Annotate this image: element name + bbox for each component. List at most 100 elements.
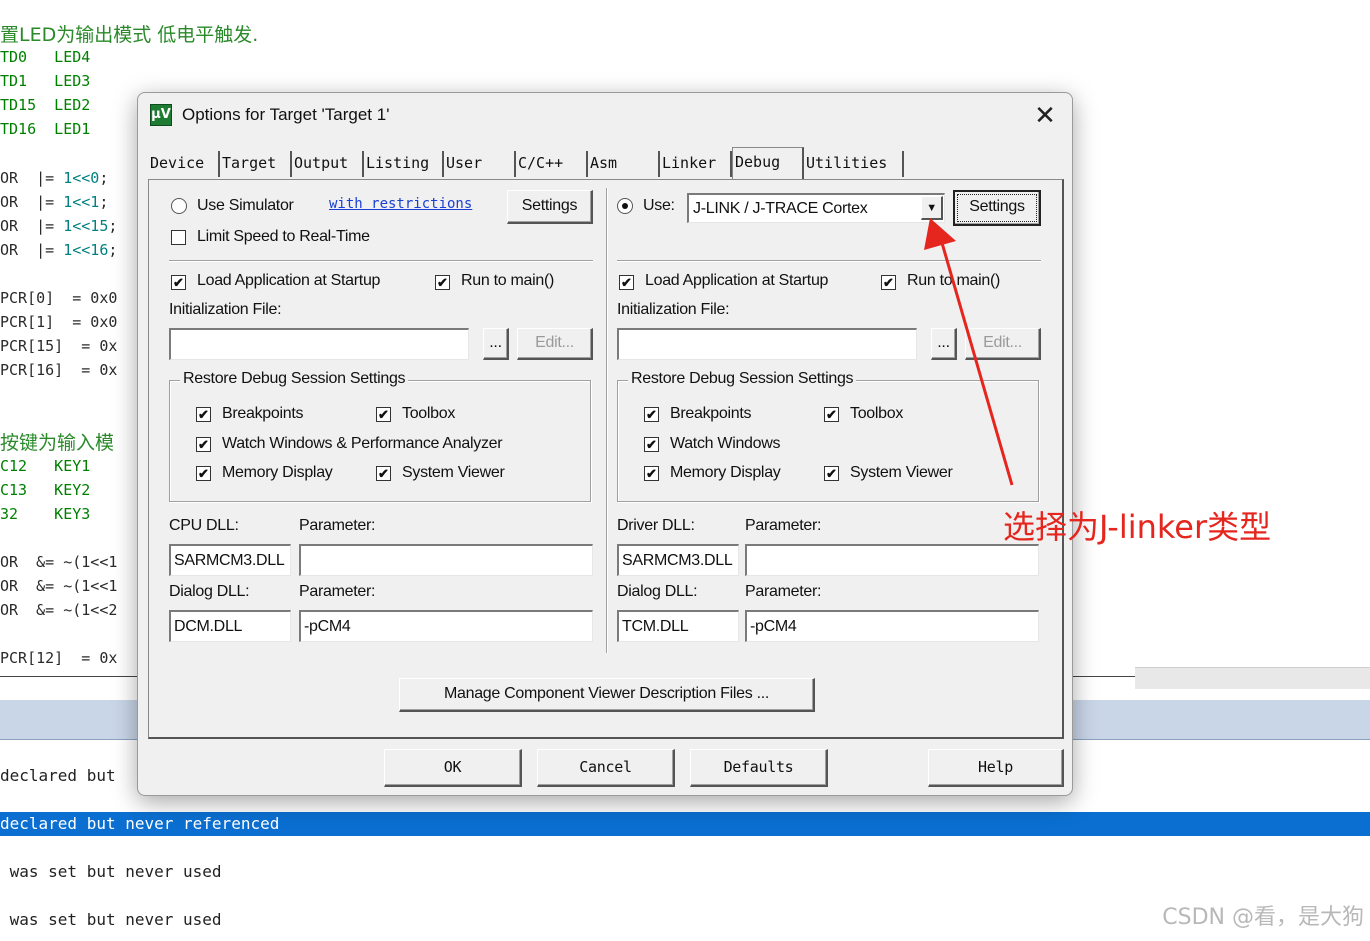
watch-windows-checkbox[interactable]: ✔: [196, 437, 211, 452]
use-simulator-radio[interactable]: [171, 198, 187, 214]
code-comment: 按键为输入模: [0, 432, 115, 454]
dialog-parameter-label: Parameter:: [745, 583, 822, 600]
simulator-settings-button[interactable]: Settings: [507, 190, 593, 224]
debugger-driver-select[interactable]: J-LINK / J-TRACE Cortex ▼: [687, 193, 945, 223]
toolbox-checkbox[interactable]: ✔: [376, 407, 391, 422]
code-line: TD1 LED3: [0, 72, 91, 90]
breakpoints-label: Breakpoints: [222, 405, 304, 422]
tab-user[interactable]: User: [444, 151, 516, 177]
dialog-dll-label: Dialog DLL:: [617, 583, 698, 600]
chevron-down-icon[interactable]: ▼: [921, 196, 943, 220]
editor-horizontal-scrollbar[interactable]: [1135, 667, 1370, 689]
code-line: PCR[16] = 0x: [0, 361, 118, 379]
build-output-line[interactable]: was set but never used: [0, 860, 1370, 884]
code-line: OR |= 1<<16;: [0, 241, 118, 259]
column-divider: [606, 188, 608, 653]
close-icon[interactable]: ✕: [1030, 101, 1060, 131]
dialog-parameter-label: Parameter:: [299, 583, 376, 600]
cpu-dll-input[interactable]: SARMCM3.DLL: [169, 544, 291, 576]
group-title: Restore Debug Session Settings: [180, 370, 409, 388]
csdn-watermark: CSDN @看，是大狗: [1162, 905, 1364, 930]
options-dialog: μV Options for Target 'Target 1' ✕ Devic…: [137, 92, 1073, 796]
load-application-checkbox[interactable]: ✔: [619, 275, 634, 290]
debugger-driver-value: J-LINK / J-TRACE Cortex: [693, 200, 868, 217]
tab-c-cpp[interactable]: C/C++: [516, 151, 588, 177]
tab-debug[interactable]: Debug: [732, 147, 804, 179]
use-simulator-label: Use Simulator: [197, 197, 294, 214]
restore-debug-settings-group: Restore Debug Session Settings ✔ Breakpo…: [617, 370, 1039, 502]
tab-linker[interactable]: Linker: [660, 151, 732, 177]
dialog-dll-input[interactable]: TCM.DLL: [617, 610, 739, 642]
browse-button[interactable]: ...: [483, 328, 509, 360]
edit-button[interactable]: Edit...: [517, 328, 593, 360]
driver-dll-label: Driver DLL:: [617, 517, 695, 534]
use-debugger-radio[interactable]: [617, 198, 633, 214]
cpu-parameter-input[interactable]: [299, 544, 593, 576]
dialog-parameter-input[interactable]: -pCM4: [745, 610, 1039, 642]
dialog-titlebar[interactable]: μV Options for Target 'Target 1' ✕: [138, 93, 1072, 139]
watch-windows-label: Watch Windows: [670, 435, 781, 452]
code-line: PCR[0] = 0x0: [0, 289, 118, 307]
system-viewer-checkbox[interactable]: ✔: [824, 466, 839, 481]
dialog-title: Options for Target 'Target 1': [182, 105, 390, 124]
divider: [617, 260, 1041, 262]
ok-button[interactable]: OK: [384, 749, 522, 787]
memory-display-label: Memory Display: [222, 464, 333, 481]
tab-asm[interactable]: Asm: [588, 151, 660, 177]
toolbox-label: Toolbox: [850, 405, 904, 422]
breakpoints-checkbox[interactable]: ✔: [196, 407, 211, 422]
code-line: PCR[15] = 0x: [0, 337, 118, 355]
with-restrictions-link[interactable]: with restrictions: [329, 196, 472, 212]
memory-display-label: Memory Display: [670, 464, 781, 481]
code-line: OR &= ~(1<<2: [0, 601, 118, 619]
tab-listing[interactable]: Listing: [364, 151, 444, 177]
help-button[interactable]: Help: [928, 749, 1064, 787]
tab-target[interactable]: Target: [220, 151, 292, 177]
debug-tab-panel: Use Simulator with restrictions Settings…: [148, 179, 1064, 739]
defaults-button[interactable]: Defaults: [690, 749, 828, 787]
dialog-parameter-input[interactable]: -pCM4: [299, 610, 593, 642]
restore-debug-settings-group: Restore Debug Session Settings ✔ Breakpo…: [169, 370, 591, 502]
limit-speed-checkbox[interactable]: [171, 230, 186, 245]
run-to-main-label: Run to main(): [461, 272, 555, 289]
load-application-checkbox[interactable]: ✔: [171, 275, 186, 290]
cancel-button[interactable]: Cancel: [537, 749, 675, 787]
code-line: 32 KEY3: [0, 505, 91, 523]
code-line: OR &= ~(1<<1: [0, 577, 118, 595]
driver-parameter-input[interactable]: [745, 544, 1039, 576]
annotation-text: 选择为J-linker类型: [1003, 508, 1272, 546]
initialization-file-input[interactable]: [617, 328, 917, 360]
system-viewer-label: System Viewer: [402, 464, 505, 481]
tab-utilities[interactable]: Utilities: [804, 151, 904, 177]
code-line: TD0 LED4: [0, 48, 91, 66]
code-line: C12 KEY1: [0, 457, 91, 475]
run-to-main-checkbox[interactable]: ✔: [435, 275, 450, 290]
use-label: Use:: [643, 197, 675, 214]
manage-component-viewer-button[interactable]: Manage Component Viewer Description File…: [399, 678, 815, 712]
toolbox-checkbox[interactable]: ✔: [824, 407, 839, 422]
code-line: TD16 LED1: [0, 120, 91, 138]
edit-button[interactable]: Edit...: [965, 328, 1041, 360]
driver-dll-input[interactable]: SARMCM3.DLL: [617, 544, 739, 576]
tab-output[interactable]: Output: [292, 151, 364, 177]
system-viewer-checkbox[interactable]: ✔: [376, 466, 391, 481]
load-application-label: Load Application at Startup: [197, 272, 381, 289]
system-viewer-label: System Viewer: [850, 464, 953, 481]
code-line: OR &= ~(1<<1: [0, 553, 118, 571]
divider: [169, 260, 593, 262]
limit-speed-label: Limit Speed to Real-Time: [197, 228, 370, 245]
dialog-dll-input[interactable]: DCM.DLL: [169, 610, 291, 642]
debugger-settings-button[interactable]: Settings: [953, 190, 1041, 226]
breakpoints-checkbox[interactable]: ✔: [644, 407, 659, 422]
build-output-line-selected[interactable]: declared but never referenced: [0, 812, 1370, 836]
initialization-file-input[interactable]: [169, 328, 469, 360]
memory-display-checkbox[interactable]: ✔: [644, 466, 659, 481]
browse-button[interactable]: ...: [931, 328, 957, 360]
tab-device[interactable]: Device: [148, 151, 220, 177]
watch-windows-checkbox[interactable]: ✔: [644, 437, 659, 452]
group-title: Restore Debug Session Settings: [628, 370, 857, 388]
run-to-main-label: Run to main(): [907, 272, 1001, 289]
run-to-main-checkbox[interactable]: ✔: [881, 275, 896, 290]
code-comment: 置LED为输出模式 低电平触发.: [0, 24, 259, 46]
memory-display-checkbox[interactable]: ✔: [196, 466, 211, 481]
